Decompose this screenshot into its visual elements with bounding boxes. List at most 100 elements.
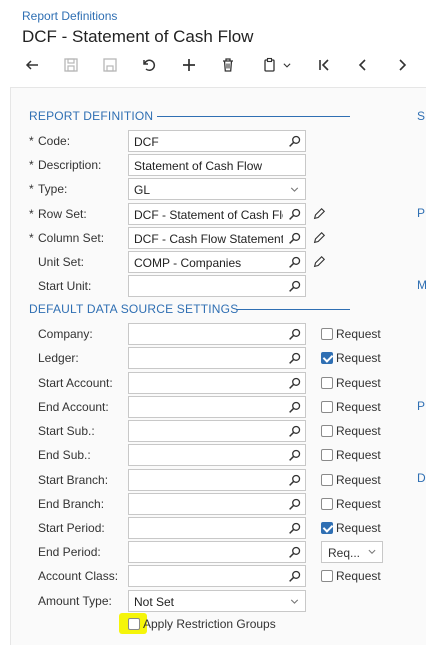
prev-button[interactable]: [351, 54, 375, 76]
unit-set-field[interactable]: COMP - Companies: [128, 251, 306, 273]
unit-set-label: Unit Set:: [38, 255, 85, 269]
add-button[interactable]: [177, 54, 201, 76]
start-sub-request-checkbox[interactable]: [321, 425, 333, 437]
search-icon[interactable]: [288, 425, 301, 438]
apply-restriction-groups-label[interactable]: Apply Restriction Groups: [143, 617, 276, 631]
search-icon[interactable]: [288, 256, 301, 269]
type-select[interactable]: GL: [128, 178, 306, 200]
first-record-icon: [319, 59, 329, 71]
chevron-down-icon: [368, 549, 376, 554]
code-field[interactable]: DCF: [128, 130, 306, 152]
start-account-field[interactable]: [128, 372, 306, 394]
copy-paste-button[interactable]: [257, 54, 297, 76]
end-branch-field[interactable]: [128, 493, 306, 515]
pencil-icon[interactable]: [312, 255, 326, 269]
row-set-value: DCF - Statement of Cash Flo: [134, 208, 283, 222]
search-icon[interactable]: [288, 280, 301, 293]
start-unit-field[interactable]: [128, 275, 306, 297]
save-icon: [103, 58, 117, 72]
request-label: Request: [336, 327, 381, 341]
search-icon[interactable]: [288, 352, 301, 365]
chevron-down-icon: [290, 187, 299, 192]
end-sub-field[interactable]: [128, 444, 306, 466]
start-account-request-checkbox[interactable]: [321, 377, 333, 389]
apply-restriction-groups-checkbox[interactable]: [128, 618, 140, 630]
section-header-report-definition: REPORT DEFINITION: [29, 109, 154, 123]
search-icon[interactable]: [288, 474, 301, 487]
chevron-right-icon: [399, 59, 407, 71]
end-branch-row: End Branch: Request: [0, 493, 426, 515]
save-close-icon: [64, 58, 78, 72]
end-sub-request-checkbox[interactable]: [321, 449, 333, 461]
column-set-label: Column Set:: [29, 231, 104, 245]
start-sub-row: Start Sub.: Request: [0, 420, 426, 442]
section-header-default-data-source: DEFAULT DATA SOURCE SETTINGS: [29, 302, 239, 316]
section-divider: [236, 309, 350, 310]
save-close-button[interactable]: [59, 54, 83, 76]
start-sub-field[interactable]: [128, 420, 306, 442]
search-icon[interactable]: [288, 232, 301, 245]
amount-type-select[interactable]: Not Set: [128, 590, 306, 612]
start-branch-field[interactable]: [128, 469, 306, 491]
amount-type-value: Not Set: [134, 595, 175, 609]
description-field[interactable]: Statement of Cash Flow: [128, 154, 306, 176]
row-set-row: Row Set: DCF - Statement of Cash Flo: [0, 203, 426, 225]
start-period-field[interactable]: [128, 517, 306, 539]
code-row: Code: DCF: [0, 130, 426, 152]
plus-icon: [183, 59, 195, 71]
unit-set-row: Unit Set: COMP - Companies: [0, 251, 426, 273]
end-period-request-select[interactable]: Req...: [321, 541, 383, 563]
start-period-request-checkbox[interactable]: [321, 522, 333, 534]
account-class-request-checkbox[interactable]: [321, 570, 333, 582]
description-row: Description: Statement of Cash Flow: [0, 154, 426, 176]
end-period-field[interactable]: [128, 541, 306, 563]
search-icon[interactable]: [288, 208, 301, 221]
company-field[interactable]: [128, 323, 306, 345]
pencil-icon[interactable]: [312, 207, 326, 221]
first-button[interactable]: [312, 54, 336, 76]
search-icon[interactable]: [288, 377, 301, 390]
delete-button[interactable]: [216, 54, 240, 76]
ledger-row: Ledger: Request: [0, 347, 426, 369]
start-branch-request-checkbox[interactable]: [321, 474, 333, 486]
end-account-request-checkbox[interactable]: [321, 401, 333, 413]
start-account-label: Start Account:: [38, 376, 113, 390]
back-button[interactable]: [20, 54, 44, 76]
search-icon[interactable]: [288, 135, 301, 148]
row-set-field[interactable]: DCF - Statement of Cash Flo: [128, 203, 306, 225]
ledger-label: Ledger:: [38, 351, 79, 365]
description-label: Description:: [29, 158, 101, 172]
ledger-request-checkbox[interactable]: [321, 352, 333, 364]
type-row: Type: GL: [0, 178, 426, 200]
request-label: Request: [336, 497, 381, 511]
save-button[interactable]: [98, 54, 122, 76]
end-sub-row: End Sub.: Request: [0, 444, 426, 466]
end-account-field[interactable]: [128, 396, 306, 418]
search-icon[interactable]: [288, 522, 301, 535]
search-icon[interactable]: [288, 498, 301, 511]
amount-type-row: Amount Type: Not Set: [0, 590, 426, 612]
column-set-value: DCF - Cash Flow Statement: [134, 232, 283, 246]
pencil-icon[interactable]: [312, 231, 326, 245]
company-row: Company: Request: [0, 323, 426, 345]
start-unit-row: Start Unit:: [0, 275, 426, 297]
type-label: Type:: [29, 182, 67, 196]
end-branch-request-checkbox[interactable]: [321, 498, 333, 510]
search-icon[interactable]: [288, 570, 301, 583]
undo-button[interactable]: [137, 54, 161, 76]
account-class-field[interactable]: [128, 565, 306, 587]
trash-icon: [223, 58, 233, 72]
toolbar: [0, 50, 426, 80]
end-account-label: End Account:: [38, 400, 109, 414]
request-label: Request: [336, 424, 381, 438]
search-icon[interactable]: [288, 328, 301, 341]
company-request-checkbox[interactable]: [321, 328, 333, 340]
column-set-field[interactable]: DCF - Cash Flow Statement: [128, 227, 306, 249]
next-button[interactable]: [390, 54, 414, 76]
ledger-field[interactable]: [128, 347, 306, 369]
search-icon[interactable]: [288, 401, 301, 414]
search-icon[interactable]: [288, 449, 301, 462]
search-icon[interactable]: [288, 546, 301, 559]
breadcrumb[interactable]: Report Definitions: [22, 9, 117, 23]
request-label: Request: [336, 400, 381, 414]
